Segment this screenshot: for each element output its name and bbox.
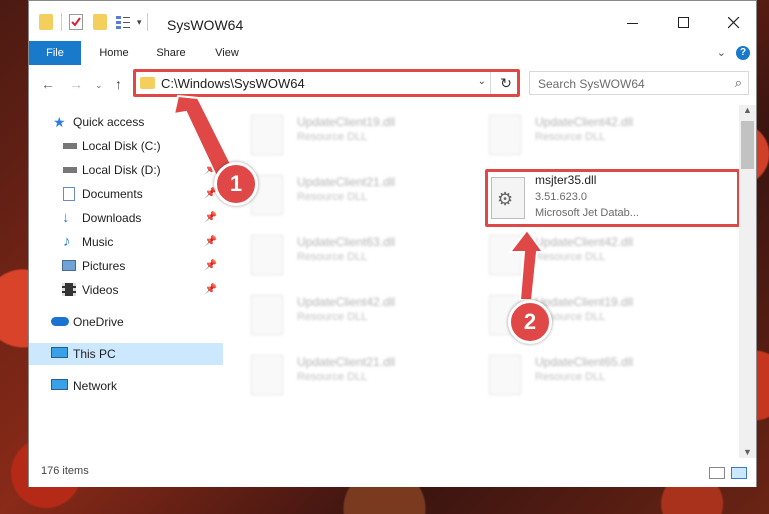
arrow-2 <box>507 228 545 301</box>
annotation-badge-1: 1 <box>214 162 258 206</box>
annotation-arrows <box>172 94 545 301</box>
annotation-badge-2: 2 <box>508 300 552 344</box>
